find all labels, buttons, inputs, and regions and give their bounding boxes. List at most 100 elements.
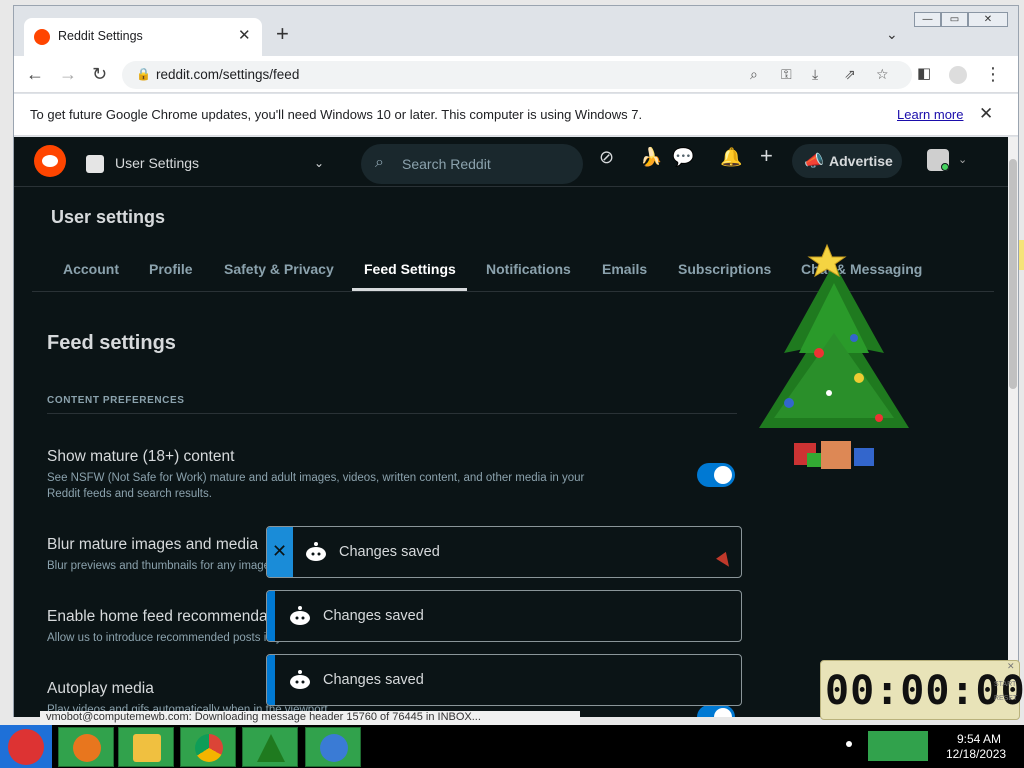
zoom-icon[interactable]: ⌕	[750, 66, 758, 83]
toast-accent-bar: ✕	[267, 527, 293, 577]
snoo-icon	[290, 670, 310, 689]
countdown-timer-widget: 00:00:00 START RESET ✕	[820, 660, 1024, 720]
star-icon[interactable]: ☆	[876, 66, 889, 83]
install-icon[interactable]: ⤓	[812, 66, 818, 83]
autoplay-toggle[interactable]	[697, 705, 735, 717]
new-tab-button[interactable]: +	[276, 23, 289, 45]
tab-safety-privacy[interactable]: Safety & Privacy	[224, 261, 334, 277]
taskbar-explorer[interactable]	[118, 727, 174, 767]
toggle-knob	[714, 708, 732, 717]
community-dropdown-label[interactable]: User Settings	[115, 155, 199, 171]
learn-more-link[interactable]: Learn more	[897, 107, 963, 122]
toast-close-icon[interactable]: ✕	[272, 541, 287, 561]
avatar[interactable]	[927, 149, 949, 171]
scrollbar-thumb[interactable]	[1009, 159, 1017, 389]
firefox-icon	[73, 734, 101, 762]
timer-close-icon[interactable]: ✕	[1007, 661, 1015, 672]
taskbar-mail[interactable]	[305, 727, 361, 767]
status-bar: vmobot@computemewb.com: Downloading mess…	[40, 711, 580, 725]
forward-icon[interactable]: →	[59, 64, 77, 84]
plus-icon[interactable]: +	[760, 143, 773, 169]
popular-icon[interactable]: ⊘	[599, 147, 614, 168]
bell-icon[interactable]: 🔔	[720, 147, 742, 168]
taskbar: 9:54 AM 12/18/2023	[0, 725, 1024, 768]
timer-digits: 00:00:00	[825, 668, 1024, 714]
reddit-page: User Settings ⌄ ⌕ Search Reddit ⊘ 🍌 💬 🔔 …	[14, 137, 1008, 717]
chrome-icon	[195, 734, 223, 762]
tab-account[interactable]: Account	[63, 261, 119, 277]
tray-indicator	[846, 741, 852, 747]
window-close-button[interactable]: ✕	[968, 12, 1008, 27]
desktop: — ▭ ✕ Reddit Settings ✕ + ⌄ ← → ↻ 🔒 redd…	[0, 0, 1024, 768]
tab-notifications[interactable]: Notifications	[486, 261, 571, 277]
reload-icon[interactable]: ↻	[92, 64, 107, 84]
update-infobar: To get future Google Chrome updates, you…	[14, 94, 1018, 136]
option-title-autoplay: Autoplay media	[47, 680, 154, 697]
timer-start-button[interactable]: START	[994, 681, 1016, 688]
page-scrollbar[interactable]	[1008, 137, 1018, 717]
toast-changes-saved: Changes saved	[266, 590, 742, 642]
maximize-button[interactable]: ▭	[941, 12, 968, 27]
infobar-close-icon[interactable]: ✕	[979, 104, 993, 124]
reddit-favicon-icon	[34, 29, 50, 45]
toast-text: Changes saved	[339, 544, 440, 560]
toast-accent-bar	[267, 655, 275, 705]
avatar-chevron-icon[interactable]: ⌄	[958, 153, 967, 166]
tab-close-icon[interactable]: ✕	[238, 26, 251, 44]
toast-text: Changes saved	[323, 672, 424, 688]
group-label: CONTENT PREFERENCES	[47, 395, 185, 406]
browser-toolbar: ← → ↻ 🔒 reddit.com/settings/feed ⌕ ⚿ ⤓ ⇗…	[14, 56, 1018, 93]
tab-profile[interactable]: Profile	[149, 261, 193, 277]
search-placeholder: Search Reddit	[402, 156, 491, 172]
reddit-header: User Settings ⌄ ⌕ Search Reddit ⊘ 🍌 💬 🔔 …	[14, 137, 1008, 187]
banana-icon[interactable]: 🍌	[640, 147, 662, 168]
tab-title: Reddit Settings	[58, 29, 143, 43]
chevron-down-icon[interactable]: ⌄	[314, 156, 324, 170]
divider	[47, 413, 737, 414]
system-tray[interactable]	[868, 731, 928, 761]
tree-icon	[257, 734, 285, 762]
share-icon[interactable]: ⇗	[844, 66, 856, 83]
toast-changes-saved: ✕ Changes saved	[266, 526, 742, 578]
taskbar-tree[interactable]	[242, 727, 298, 767]
key-icon[interactable]: ⚿	[781, 66, 792, 83]
sidepanel-icon[interactable]: ◧	[917, 64, 931, 84]
option-title-recommendations: Enable home feed recommendations	[47, 608, 301, 625]
tab-emails[interactable]: Emails	[602, 261, 647, 277]
community-icon	[86, 155, 104, 173]
search-input[interactable]: ⌕ Search Reddit	[361, 144, 583, 184]
toast-changes-saved: Changes saved	[266, 654, 742, 706]
infobar-message: To get future Google Chrome updates, you…	[30, 107, 643, 122]
option-title-mature: Show mature (18+) content	[47, 448, 235, 465]
folder-icon	[133, 734, 161, 762]
tab-search-icon[interactable]: ⌄	[886, 26, 898, 43]
active-tab-underline	[352, 288, 467, 291]
browser-tab[interactable]: Reddit Settings ✕	[24, 18, 262, 56]
megaphone-icon: 📣	[804, 153, 824, 170]
timer-reset-button[interactable]: RESET	[994, 695, 1017, 702]
menu-icon[interactable]: ⋮	[984, 64, 1002, 84]
clock-time[interactable]: 9:54 AM	[957, 732, 1001, 746]
profile-icon[interactable]	[949, 66, 967, 84]
snoo-icon	[290, 606, 310, 625]
mail-icon	[320, 734, 348, 762]
option-title-blur: Blur mature images and media	[47, 536, 259, 553]
clock-date[interactable]: 12/18/2023	[946, 747, 1006, 761]
chat-icon[interactable]: 💬	[672, 147, 694, 168]
taskbar-firefox[interactable]	[58, 727, 114, 767]
url-text[interactable]: reddit.com/settings/feed	[156, 67, 299, 82]
toast-text: Changes saved	[323, 608, 424, 624]
reddit-logo[interactable]	[34, 145, 66, 177]
advertise-button[interactable]: 📣 Advertise	[792, 144, 902, 178]
taskbar-chrome[interactable]	[180, 727, 236, 767]
lock-icon[interactable]: 🔒	[136, 67, 151, 81]
tab-feed-settings[interactable]: Feed Settings	[364, 261, 456, 277]
start-button[interactable]	[0, 725, 52, 768]
minimize-button[interactable]: —	[914, 12, 941, 27]
address-bar[interactable]: 🔒 reddit.com/settings/feed ⌕ ⚿ ⤓ ⇗ ☆	[122, 61, 912, 89]
browser-window: — ▭ ✕ Reddit Settings ✕ + ⌄ ← → ↻ 🔒 redd…	[13, 5, 1019, 717]
toast-accent-bar	[267, 591, 275, 641]
section-title: Feed settings	[47, 332, 176, 354]
santa-start-icon	[8, 729, 44, 765]
back-icon[interactable]: ←	[26, 64, 44, 84]
